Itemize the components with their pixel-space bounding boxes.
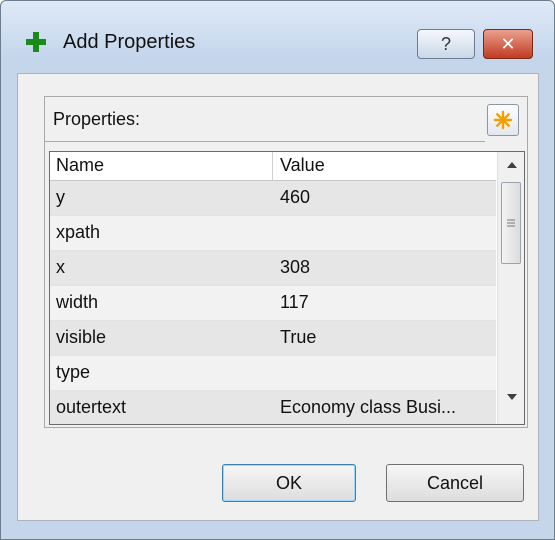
properties-grid[interactable]: Name Value y 460 xpath x 308 width 117 v… <box>49 151 525 425</box>
property-value[interactable]: 308 <box>280 257 492 278</box>
table-row[interactable]: y 460 <box>50 181 496 216</box>
asterisk-icon <box>493 110 513 130</box>
scroll-up-arrow-icon[interactable] <box>498 152 524 178</box>
property-name: y <box>56 187 65 207</box>
column-header-value[interactable]: Value <box>280 155 325 176</box>
property-name: xpath <box>56 222 101 242</box>
grid-header: Name Value <box>50 152 496 181</box>
property-name: outertext <box>56 397 127 417</box>
add-properties-dialog: Add Properties ? ✕ Properties: Name Valu… <box>0 0 555 540</box>
green-plus-icon <box>26 32 46 52</box>
properties-panel: Properties: Name Value y 460 xpath x 308… <box>44 96 528 428</box>
help-icon: ? <box>440 33 451 54</box>
table-row[interactable]: visible True <box>50 321 496 356</box>
close-button[interactable]: ✕ <box>483 29 533 59</box>
title-bar[interactable]: Add Properties ? ✕ <box>1 1 554 61</box>
scroll-thumb[interactable] <box>501 182 521 264</box>
scroll-down-arrow-icon[interactable] <box>498 384 524 410</box>
table-row[interactable]: type <box>50 356 496 391</box>
property-value[interactable]: Economy class Busi... <box>280 397 492 418</box>
property-name: visible <box>56 327 107 347</box>
help-button[interactable]: ? <box>417 29 475 59</box>
ok-button[interactable]: OK <box>222 464 356 502</box>
dialog-title: Add Properties <box>63 31 196 53</box>
table-row[interactable]: outertext Economy class Busi... <box>50 391 496 424</box>
table-row[interactable]: x 308 <box>50 251 496 286</box>
properties-header: Properties: <box>45 97 485 142</box>
property-name: width <box>56 292 99 312</box>
grid-rows: y 460 xpath x 308 width 117 visible True… <box>50 181 496 424</box>
add-property-button[interactable] <box>487 104 519 136</box>
property-name: type <box>56 362 91 382</box>
cancel-button[interactable]: Cancel <box>386 464 524 502</box>
properties-label: Properties: <box>53 109 141 129</box>
property-name: x <box>56 257 65 277</box>
table-row[interactable]: width 117 <box>50 286 496 321</box>
table-row[interactable]: xpath <box>50 216 496 251</box>
vertical-scrollbar[interactable] <box>497 152 524 424</box>
property-value[interactable]: 460 <box>280 187 492 208</box>
column-header-name[interactable]: Name <box>56 155 104 176</box>
close-icon: ✕ <box>500 33 516 54</box>
property-value[interactable]: True <box>280 327 492 348</box>
grip-icon <box>507 219 515 227</box>
dialog-body: Properties: Name Value y 460 xpath x 308… <box>17 73 539 521</box>
property-value[interactable]: 117 <box>280 292 492 313</box>
